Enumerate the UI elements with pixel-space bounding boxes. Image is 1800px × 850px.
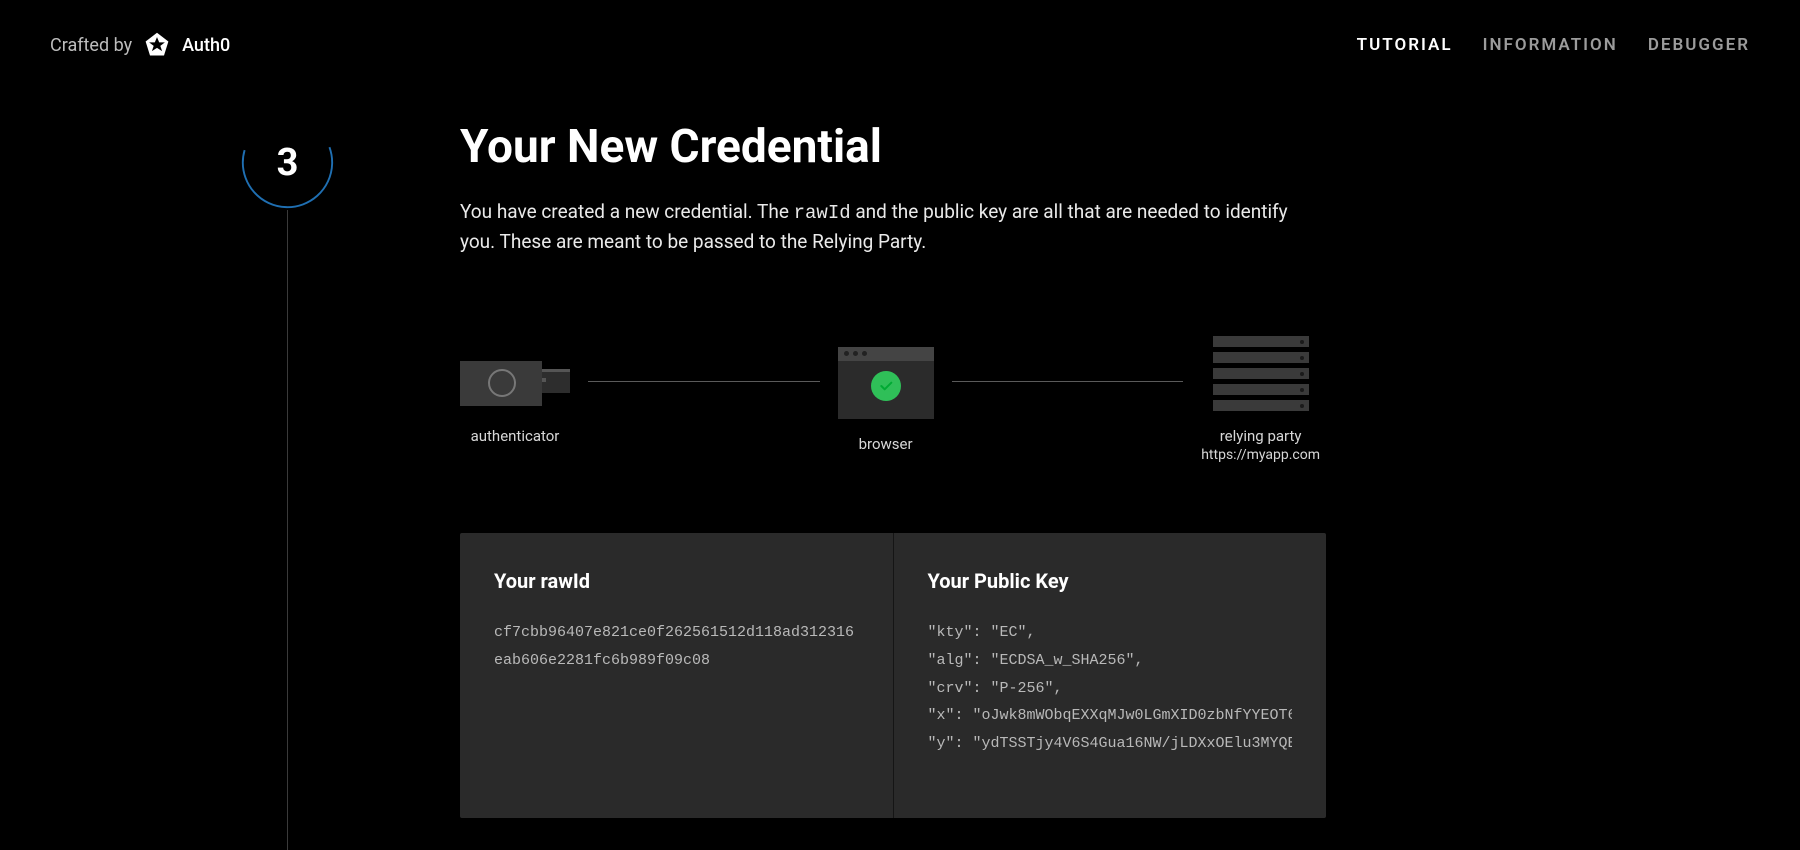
flow-node-authenticator: authenticator: [460, 355, 570, 445]
credential-panels: Your rawId cf7cbb96407e821ce0f262561512d…: [460, 533, 1326, 818]
check-icon: [871, 371, 901, 401]
rawid-title: Your rawId: [494, 569, 859, 593]
server-icon: [1213, 336, 1309, 411]
flow-connector-2: [952, 381, 1184, 382]
brand-name: Auth0: [182, 35, 230, 56]
browser-icon: [838, 347, 934, 419]
flow-node-relying-party: relying party https://myapp.com: [1201, 336, 1320, 463]
top-nav: TUTORIAL INFORMATION DEBUGGER: [1357, 35, 1750, 55]
authenticator-icon: [460, 355, 570, 411]
flow-relying-party-url: https://myapp.com: [1201, 447, 1320, 463]
flow-connector-1: [588, 381, 820, 382]
brand: Crafted by Auth0: [50, 30, 230, 60]
nav-tutorial[interactable]: TUTORIAL: [1357, 35, 1453, 55]
publickey-value: "kty": "EC", "alg": "ECDSA_w_SHA256", "c…: [928, 619, 1293, 758]
desc-pre: You have created a new credential. The: [460, 200, 794, 223]
flow-diagram: authenticator browser relying party h: [460, 336, 1320, 463]
flow-label-authenticator: authenticator: [471, 427, 560, 445]
page-title: Your New Credential: [460, 120, 1330, 174]
publickey-title: Your Public Key: [928, 569, 1293, 593]
auth0-logo-icon: [142, 30, 172, 60]
nav-debugger[interactable]: DEBUGGER: [1648, 35, 1750, 55]
timeline-line: [287, 210, 288, 850]
flow-node-browser: browser: [838, 347, 934, 453]
nav-information[interactable]: INFORMATION: [1483, 35, 1618, 55]
flow-label-browser: browser: [859, 435, 913, 453]
rawid-value: cf7cbb96407e821ce0f262561512d118ad312316…: [494, 619, 859, 675]
page-description: You have created a new credential. The r…: [460, 198, 1320, 256]
desc-code: rawId: [794, 202, 851, 224]
step-number-badge: 3: [240, 115, 335, 210]
panel-rawid: Your rawId cf7cbb96407e821ce0f262561512d…: [460, 533, 893, 818]
panel-public-key: Your Public Key "kty": "EC", "alg": "ECD…: [893, 533, 1327, 818]
crafted-by-label: Crafted by: [50, 35, 132, 56]
flow-label-relying-party: relying party: [1220, 427, 1302, 445]
